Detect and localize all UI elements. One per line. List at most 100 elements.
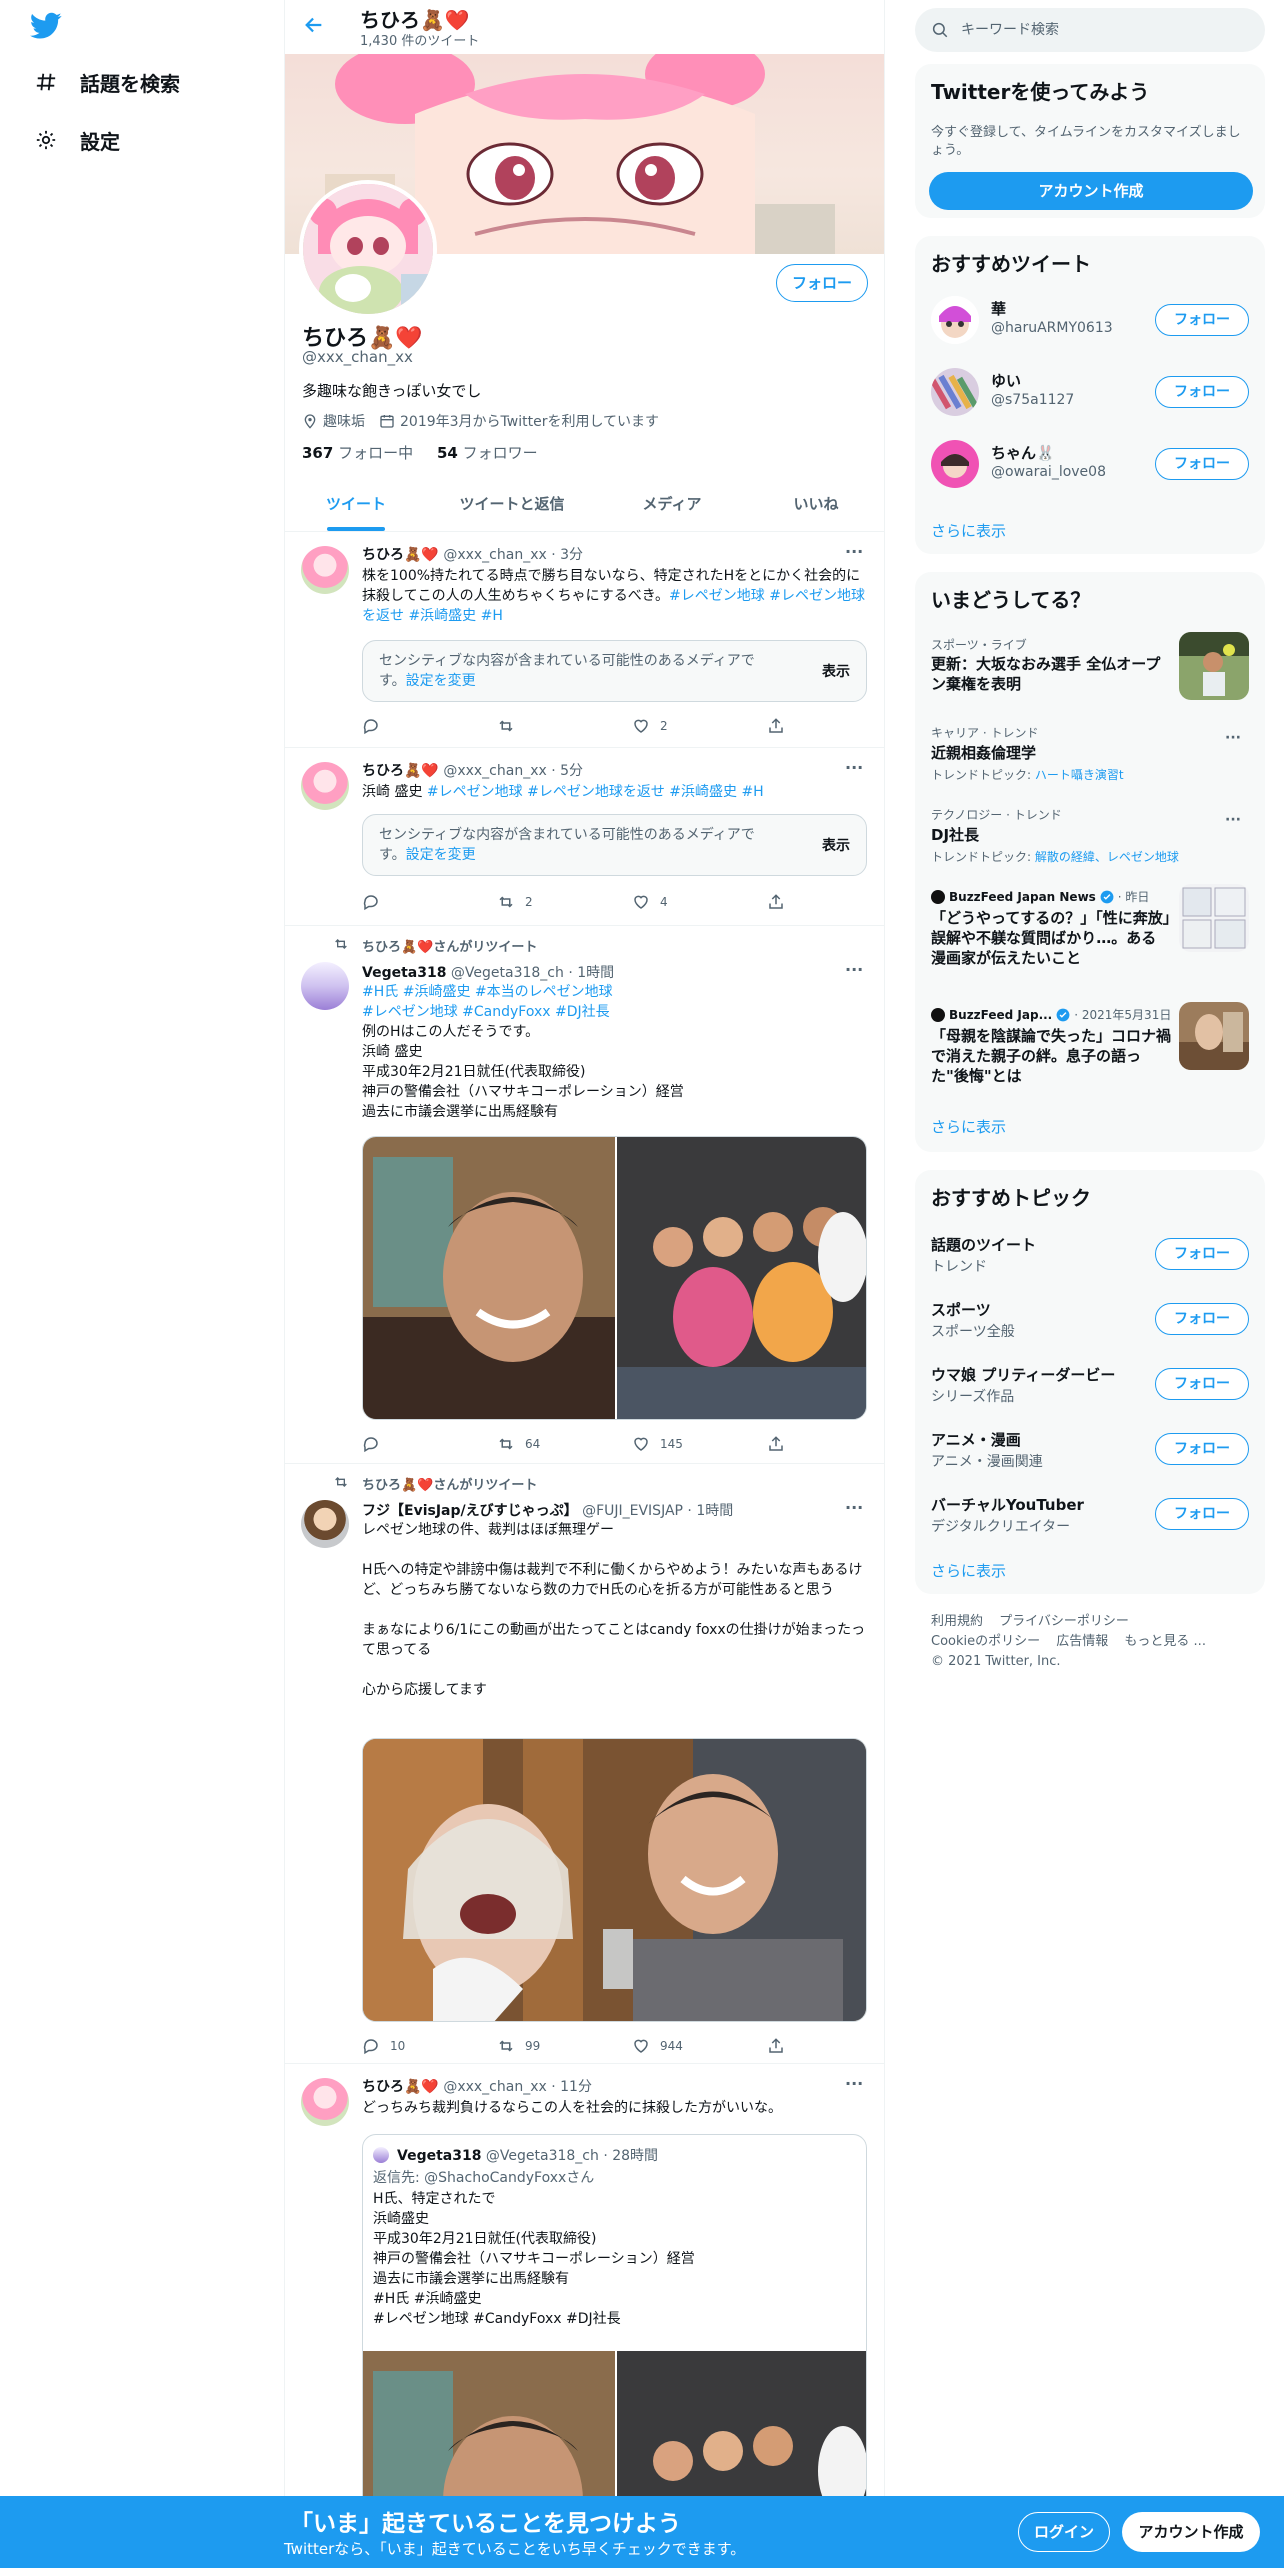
retweeted-by-label[interactable]: ちひろ🧸❤️さんがリツイート (362, 1474, 537, 1493)
trend-subtitle-link[interactable]: ハート囁き演習t (1035, 768, 1124, 782)
share-action[interactable] (767, 716, 797, 736)
trend-item[interactable]: テクノロジー · トレンド DJ社長 トレンドトピック: 解散の経緯、レペゼン地… (915, 802, 1265, 882)
footer-link[interactable]: Cookieのポリシー (931, 1634, 1040, 1649)
reply-action[interactable] (362, 892, 497, 912)
change-settings-link[interactable]: 設定を変更 (406, 673, 476, 689)
retweet-action[interactable]: 99 (497, 2036, 632, 2056)
share-icon (769, 1436, 783, 1451)
follow-account-button[interactable]: フォロー (1155, 304, 1249, 336)
twitter-logo-icon[interactable] (30, 12, 64, 42)
tweet-item[interactable]: ちひろ🧸❤️ @xxx_chan_xx · 11分 ··· どっちみち裁判負ける… (285, 2064, 884, 2568)
show-media-button[interactable]: 表示 (822, 661, 850, 681)
tweet-avatar[interactable] (301, 762, 349, 810)
tweet-avatar[interactable] (301, 1500, 349, 1548)
tweet-author-name[interactable]: ちひろ🧸❤️ (362, 2079, 439, 2095)
suggested-show-more-link[interactable]: さらに表示 (931, 520, 1006, 541)
follow-account-button[interactable]: フォロー (1155, 448, 1249, 480)
follow-topic-button[interactable]: フォロー (1155, 1498, 1249, 1530)
more-options-icon[interactable]: ··· (845, 960, 863, 979)
news-item[interactable]: BuzzFeed Japan News · 昨日 「どうやってするの？」「性に奔… (915, 884, 1265, 984)
topics-show-more-link[interactable]: さらに表示 (931, 1560, 1006, 1581)
signup-button[interactable]: アカウント作成 (1122, 2512, 1260, 2552)
tweet-hashtags[interactable]: #レペゼン地球 #レペゼン地球を返せ #浜崎盛史 #H (427, 784, 764, 800)
retweet-action[interactable]: 64 (497, 1434, 632, 1454)
retweeted-by-label[interactable]: ちひろ🧸❤️さんがリツイート (362, 936, 537, 955)
more-options-icon[interactable]: ··· (845, 2074, 863, 2093)
topic-item[interactable]: アニメ・漫画 アニメ・漫画関連 フォロー (915, 1417, 1265, 1482)
tweet-item[interactable]: ちひろ🧸❤️ @xxx_chan_xx · 3分 ··· 株を100%持たれてる… (285, 532, 884, 748)
tweet-author-name[interactable]: Vegeta318 (362, 965, 446, 981)
tweet-header: ちひろ🧸❤️ @xxx_chan_xx · 11分 (362, 2076, 592, 2096)
tab-tweets-replies[interactable]: ツイートと返信 (427, 478, 597, 531)
tab-tweets[interactable]: ツイート (285, 478, 427, 531)
tweet-author-name[interactable]: フジ【EvisJap/えびすじゃっぷ】 (362, 1503, 578, 1519)
reply-action[interactable] (362, 1434, 497, 1454)
reply-action[interactable] (362, 716, 497, 736)
more-options-icon[interactable]: ··· (845, 1498, 863, 1517)
tweet-author-name[interactable]: ちひろ🧸❤️ (362, 547, 439, 563)
topic-item[interactable]: スポーツ スポーツ全般 フォロー (915, 1287, 1265, 1352)
like-action[interactable]: 944 (632, 2036, 767, 2056)
tweet-author-name[interactable]: ちひろ🧸❤️ (362, 763, 439, 779)
reply-action[interactable]: 10 (362, 2036, 497, 2056)
like-action[interactable]: 145 (632, 1434, 767, 1454)
create-account-button[interactable]: アカウント作成 (929, 172, 1253, 210)
show-media-button[interactable]: 表示 (822, 835, 850, 855)
tweet-hashtags[interactable]: #H氏 #浜崎盛史 #本当のレペゼン地球 #レペゼン地球 #CandyFoxx … (362, 984, 613, 1020)
topic-name: バーチャルYouTuber (931, 1496, 1084, 1514)
like-action[interactable]: 4 (632, 892, 767, 912)
footer-link[interactable]: 利用規約 (931, 1614, 983, 1629)
share-action[interactable] (767, 1434, 797, 1454)
topic-item[interactable]: 話題のツイート トレンド フォロー (915, 1222, 1265, 1287)
like-action[interactable]: 2 (632, 716, 767, 736)
more-options-icon[interactable]: ··· (845, 758, 863, 777)
share-action[interactable] (767, 892, 797, 912)
profile-avatar[interactable] (299, 180, 437, 318)
login-button[interactable]: ログイン (1018, 2512, 1110, 2552)
footer-link[interactable]: 広告情報 (1056, 1634, 1108, 1649)
topic-item[interactable]: バーチャルYouTuber デジタルクリエイター フォロー (915, 1482, 1265, 1547)
trends-show-more-link[interactable]: さらに表示 (931, 1116, 1006, 1137)
follow-topic-button[interactable]: フォロー (1155, 1238, 1249, 1270)
following-link[interactable]: 367 フォロー中 (302, 444, 413, 462)
follow-button[interactable]: フォロー (776, 264, 868, 302)
follow-account-button[interactable]: フォロー (1155, 376, 1249, 408)
tweet-avatar[interactable] (301, 546, 349, 594)
change-settings-link[interactable]: 設定を変更 (406, 847, 476, 863)
suggested-account[interactable]: 華 @haruARMY0613 フォロー (915, 284, 1265, 356)
trend-subtitle-link[interactable]: 解散の経緯、レペゼン地球 (1035, 850, 1179, 864)
follow-topic-button[interactable]: フォロー (1155, 1303, 1249, 1335)
trend-item[interactable]: キャリア · トレンド 近親相姦倫理学 トレンドトピック: ハート囁き演習t ·… (915, 720, 1265, 800)
topic-item[interactable]: ウマ娘 プリティーダービー シリーズ作品 フォロー (915, 1352, 1265, 1417)
tweet-handle-time: @xxx_chan_xx · 3分 (438, 547, 584, 563)
more-options-icon[interactable]: ··· (845, 542, 863, 561)
tweet-item[interactable]: ちひろ🧸❤️ @xxx_chan_xx · 5分 ··· 浜崎 盛史 #レペゼン… (285, 748, 884, 926)
follow-topic-button[interactable]: フォロー (1155, 1433, 1249, 1465)
trend-more-icon[interactable]: ··· (1225, 730, 1241, 746)
trend-more-icon[interactable]: ··· (1225, 812, 1241, 828)
nav-settings[interactable]: 設定 (34, 120, 120, 160)
tab-media[interactable]: メディア (597, 478, 747, 531)
search-input[interactable] (961, 22, 1241, 38)
share-action[interactable] (767, 2036, 797, 2056)
retweet-action[interactable] (497, 716, 632, 736)
search-bar[interactable] (915, 8, 1265, 52)
tweet-avatar[interactable] (301, 2078, 349, 2126)
follow-topic-button[interactable]: フォロー (1155, 1368, 1249, 1400)
back-arrow-icon[interactable] (303, 14, 327, 38)
trend-item[interactable]: スポーツ・ライブ 更新：大坂なおみ選手 全仏オープン棄権を表明 (915, 632, 1265, 712)
nav-explore[interactable]: 話題を検索 (34, 62, 180, 102)
suggested-account[interactable]: ちゃん🐰 @owarai_love08 フォロー (915, 428, 1265, 500)
tweet-item[interactable]: ちひろ🧸❤️さんがリツイート Vegeta318 @Vegeta318_ch ·… (285, 926, 884, 1464)
news-item[interactable]: BuzzFeed Jap... · 2021年5月31日 「母親を陰謀論で失った… (915, 1002, 1265, 1102)
followers-link[interactable]: 54 フォロワー (437, 444, 538, 462)
suggested-account[interactable]: ゆい @s75a1127 フォロー (915, 356, 1265, 428)
tweet-avatar[interactable] (301, 962, 349, 1010)
tweet-media[interactable] (362, 1136, 867, 1420)
tweet-media[interactable] (362, 1738, 867, 2022)
tweet-item[interactable]: ちひろ🧸❤️さんがリツイート フジ【EvisJap/えびすじゃっぷ】 @FUJI… (285, 1464, 884, 2064)
footer-link[interactable]: プライバシーポリシー (999, 1614, 1129, 1629)
tab-likes[interactable]: いいね (747, 478, 884, 531)
footer-link[interactable]: もっと見る ... (1124, 1634, 1206, 1649)
retweet-action[interactable]: 2 (497, 892, 632, 912)
